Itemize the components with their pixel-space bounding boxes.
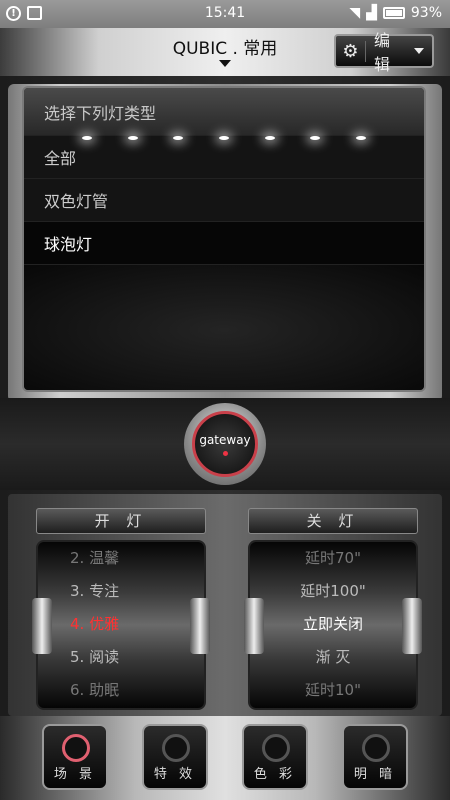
effect-ring-icon bbox=[162, 734, 190, 762]
nav-scene-button[interactable]: 场 景 bbox=[42, 724, 108, 790]
drum-item-selected[interactable]: 立即关闭 bbox=[276, 608, 390, 641]
battery-icon bbox=[382, 7, 405, 19]
signal-icon: ▟ bbox=[366, 5, 377, 21]
nav-label: 场 景 bbox=[53, 767, 97, 782]
edit-button-label: 编 辑 bbox=[374, 31, 394, 74]
list-empty-area bbox=[24, 265, 424, 390]
drum-knob-left bbox=[32, 598, 52, 654]
light-off-title: 关 灯 bbox=[248, 508, 418, 534]
drum-knob-left bbox=[244, 598, 264, 654]
nav-color-button[interactable]: 色 彩 bbox=[242, 724, 308, 790]
nav-brightness-button[interactable]: 明 暗 bbox=[342, 724, 408, 790]
nav-label: 明 暗 bbox=[353, 767, 397, 782]
gear-icon: ⚙ bbox=[336, 40, 366, 62]
drum-item[interactable]: 2. 温馨 bbox=[64, 542, 178, 575]
light-off-panel: 关 灯 延时70" 延时100" 立即关闭 渐 灭 延时10" bbox=[244, 508, 422, 714]
gateway-button[interactable]: gateway bbox=[184, 403, 266, 485]
status-dot-icon bbox=[222, 450, 228, 456]
edit-button[interactable]: ⚙ 编 辑 bbox=[334, 31, 434, 74]
drum-item[interactable]: 6. 助眠 bbox=[64, 674, 178, 707]
drum-item-selected[interactable]: 4. 优雅 bbox=[64, 608, 178, 641]
drum-item[interactable]: 渐 灭 bbox=[276, 641, 390, 674]
nav-label: 色 彩 bbox=[253, 767, 297, 782]
light-on-panel: 开 灯 2. 温馨 3. 专注 4. 优雅 5. 阅读 6. 助眠 bbox=[32, 508, 210, 714]
status-bar: ! 15:41 ◥ ▟ 93% bbox=[0, 0, 450, 28]
gateway-label: gateway bbox=[199, 432, 251, 447]
light-on-drum[interactable]: 2. 温馨 3. 专注 4. 优雅 5. 阅读 6. 助眠 bbox=[32, 540, 210, 710]
color-ring-icon bbox=[262, 734, 290, 762]
drum-item[interactable]: 延时100" bbox=[276, 575, 390, 608]
drum-item[interactable]: 5. 阅读 bbox=[64, 641, 178, 674]
light-on-title: 开 灯 bbox=[36, 508, 206, 534]
brightness-ring-icon bbox=[362, 734, 390, 762]
spotlight-decoration bbox=[24, 136, 424, 152]
drum-item[interactable]: 3. 专注 bbox=[64, 575, 178, 608]
light-type-list: 选择下列灯类型 全部 双色灯管 球泡灯 bbox=[22, 86, 426, 392]
list-item-bulb[interactable]: 球泡灯 bbox=[24, 222, 424, 265]
battery-percent: 93% bbox=[410, 5, 442, 21]
drum-item[interactable]: 延时70" bbox=[276, 542, 390, 575]
app-header: QUBIC . 常用 ⚙ 编 辑 bbox=[0, 28, 450, 76]
nav-effect-button[interactable]: 特 效 bbox=[142, 724, 208, 790]
nav-label: 特 效 bbox=[153, 767, 197, 782]
drum-knob-right bbox=[190, 598, 210, 654]
drum-item[interactable]: 延时10" bbox=[276, 674, 390, 707]
drum-knob-right bbox=[402, 598, 422, 654]
list-prompt: 选择下列灯类型 bbox=[24, 88, 424, 136]
dropdown-arrow-icon bbox=[414, 48, 424, 54]
scene-ring-icon bbox=[62, 734, 90, 762]
chevron-down-icon[interactable] bbox=[219, 60, 231, 67]
wifi-icon: ◥ bbox=[349, 5, 361, 21]
bottom-nav: 场 景 特 效 色 彩 明 暗 bbox=[0, 716, 450, 800]
light-off-drum[interactable]: 延时70" 延时100" 立即关闭 渐 灭 延时10" bbox=[244, 540, 422, 710]
list-item-dual-tube[interactable]: 双色灯管 bbox=[24, 179, 424, 222]
